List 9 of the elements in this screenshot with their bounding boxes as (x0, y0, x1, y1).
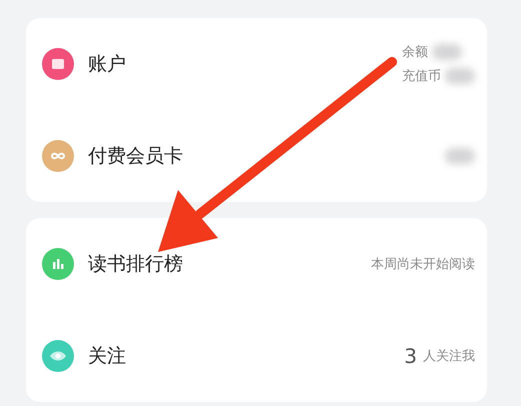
detail-text: 人关注我 (423, 348, 475, 365)
menu-item-label[interactable]: 账户 (88, 51, 402, 77)
detail-text: 余额 (402, 44, 428, 61)
detail-text: 本周尚未开始阅读 (371, 256, 475, 273)
detail-text: 充值币 (402, 68, 441, 85)
menu-item-label[interactable]: 付费会员卡 (88, 143, 445, 169)
menu-item-label[interactable]: 读书排行榜 (88, 251, 371, 277)
menu-item-label[interactable]: 关注 (88, 343, 404, 369)
follower-count: 3 (404, 344, 417, 368)
